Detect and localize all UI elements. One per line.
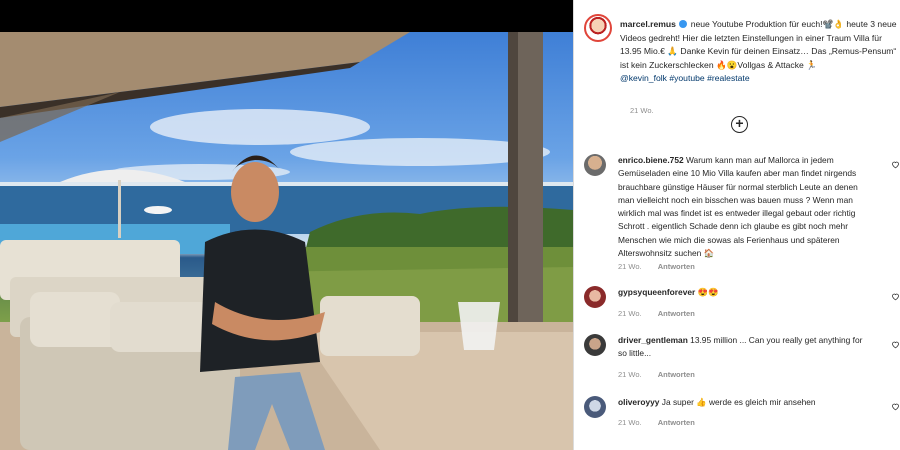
post-side-panel: marcel.remus neue Youtube Produktion für… (573, 0, 900, 450)
reply-button[interactable]: Antworten (658, 309, 695, 318)
villa-terrace-scene (0, 32, 573, 450)
commenter-avatar[interactable] (584, 396, 606, 418)
comment-text-block: enrico.biene.752 Warum kann man auf Mall… (618, 154, 872, 260)
comment-username[interactable]: oliveroyyy (618, 397, 659, 407)
comment-time[interactable]: 21 Wo. (618, 262, 642, 271)
commenter-avatar[interactable] (584, 154, 606, 176)
comment-meta: 21 Wo. Antworten (618, 262, 709, 271)
verified-badge-icon (679, 20, 688, 28)
post-timestamp[interactable]: 21 Wo. (630, 106, 654, 115)
heart-icon[interactable] (891, 340, 900, 349)
comment-meta: 21 Wo. Antworten (618, 309, 709, 318)
video-frame: marcel.remus neue Youtube Produktion für… (0, 0, 900, 450)
comment-text-block: oliveroyyy Ja super 👍 werde es gleich mi… (618, 396, 872, 409)
heart-icon[interactable] (891, 160, 900, 169)
post-photo[interactable] (0, 32, 573, 450)
heart-icon[interactable] (891, 292, 900, 301)
comment-username[interactable]: driver_gentleman (618, 335, 688, 345)
reply-button[interactable]: Antworten (658, 262, 695, 271)
author-avatar[interactable] (584, 14, 612, 42)
comment-time[interactable]: 21 Wo. (618, 370, 642, 379)
comment-body: 😍😍 (697, 287, 719, 297)
comment-time[interactable]: 21 Wo. (618, 418, 642, 427)
comment-meta: 21 Wo. Antworten (618, 370, 709, 379)
commenter-avatar[interactable] (584, 334, 606, 356)
comment-username[interactable]: enrico.biene.752 (618, 155, 684, 165)
author-username[interactable]: marcel.remus (620, 19, 676, 29)
comment-meta: 21 Wo. Antworten (618, 418, 709, 427)
comment-body: Ja super 👍 werde es gleich mir ansehen (661, 397, 816, 407)
comment-username[interactable]: gypsyqueenforever (618, 287, 695, 297)
plus-circle-icon[interactable]: + (731, 116, 748, 133)
caption-tags[interactable]: @kevin_folk #youtube #realestate (620, 73, 750, 83)
comment-text-block: gypsyqueenforever 😍😍 (618, 286, 872, 299)
caption-text-block: marcel.remus neue Youtube Produktion für… (620, 18, 900, 86)
comment-body: Warum kann man auf Mallorca in jedem Gem… (618, 155, 858, 259)
heart-icon[interactable] (891, 402, 900, 411)
commenter-avatar[interactable] (584, 286, 606, 308)
comment-text-block: driver_gentleman 13.95 million ... Can y… (618, 334, 872, 361)
reply-button[interactable]: Antworten (658, 370, 695, 379)
comment-time[interactable]: 21 Wo. (618, 309, 642, 318)
reply-button[interactable]: Antworten (658, 418, 695, 427)
